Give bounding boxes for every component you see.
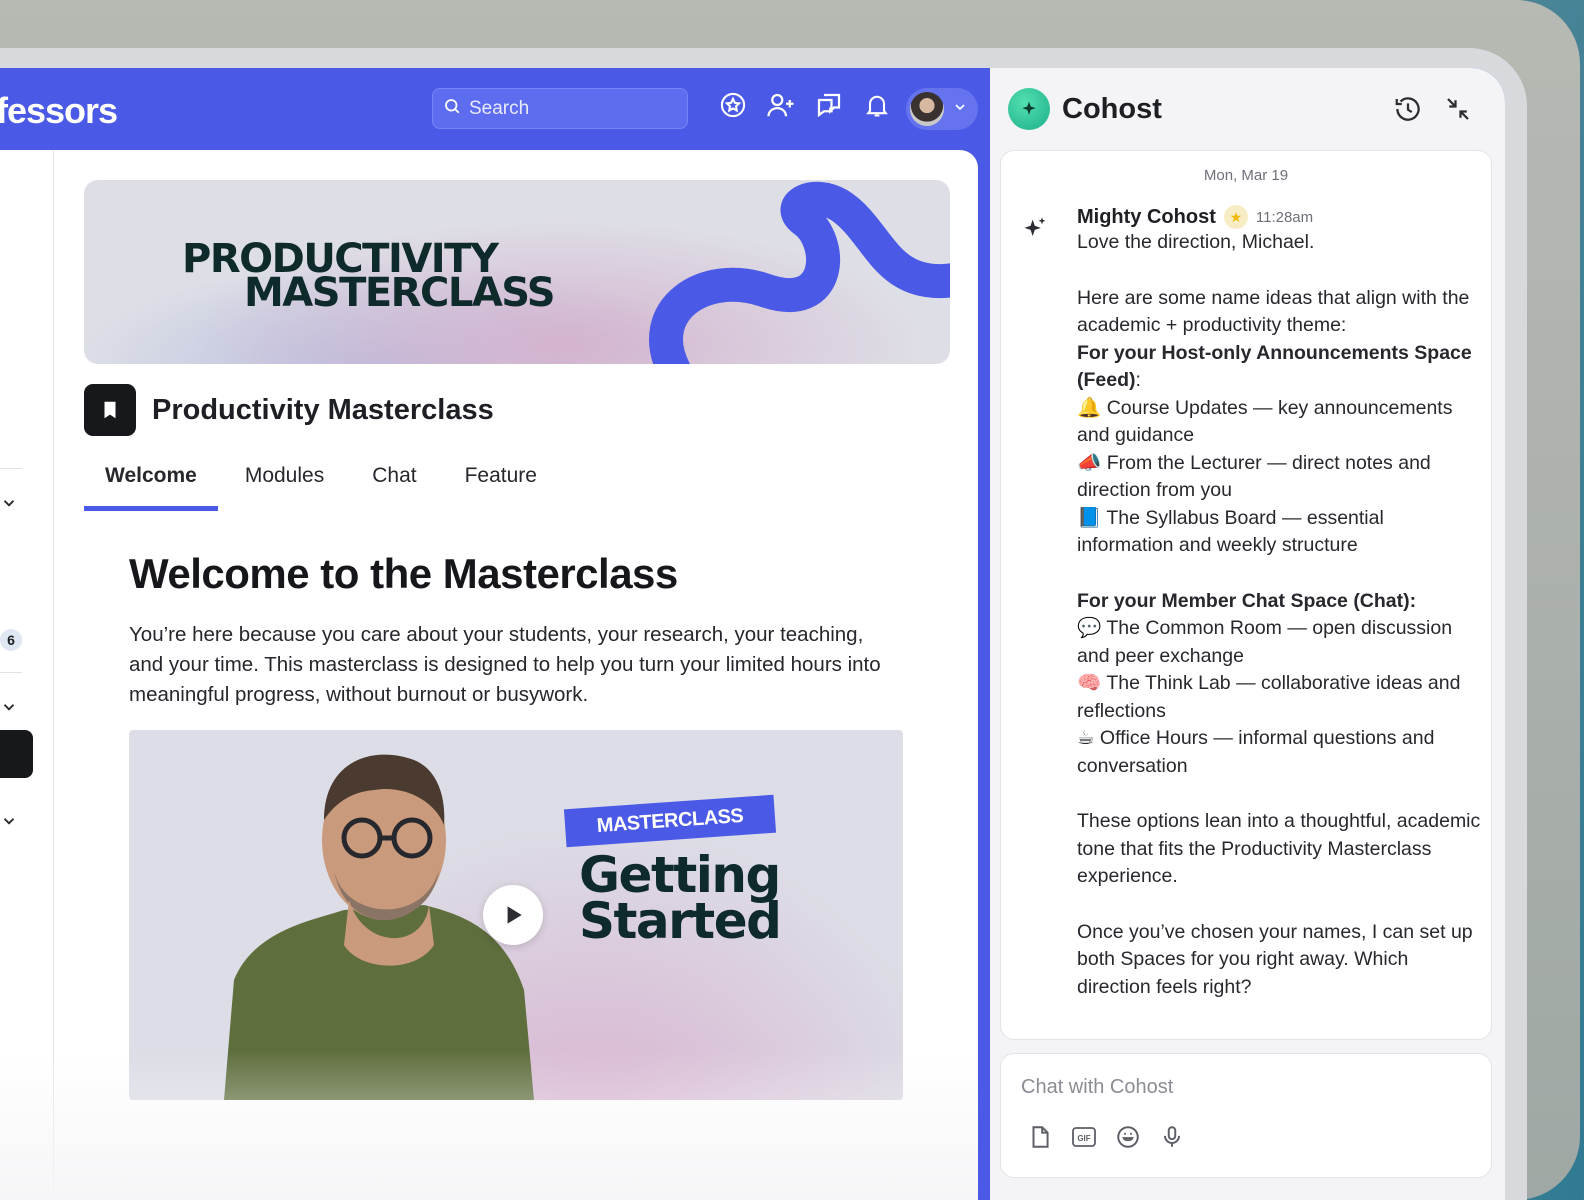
search-input[interactable]: Search [432, 88, 688, 129]
chevron-down-icon[interactable] [0, 494, 18, 517]
sidebar-divider [0, 468, 22, 469]
sidebar-divider [0, 672, 22, 673]
avatar [910, 92, 944, 126]
tab-modules[interactable]: Modules [224, 464, 345, 511]
banner-title: PRODUCTIVITY MASTERCLASS [182, 239, 556, 313]
cohost-panel: Cohost Mon, Mar 19 Mighty Cohost ★ 11:28… [990, 68, 1505, 1200]
bottom-fade [0, 1050, 980, 1200]
emoji-icon[interactable] [1115, 1124, 1141, 1150]
message-line: Love the direction, Michael. [1077, 231, 1315, 253]
collapse-icon[interactable] [1443, 94, 1473, 129]
video-title-line: Started [579, 892, 782, 950]
chevron-down-icon [952, 99, 968, 120]
chat-input-placeholder: Chat with Cohost [1021, 1076, 1174, 1098]
space-header: Productivity Masterclass [84, 384, 494, 436]
play-icon [507, 906, 522, 924]
message-line: 📣 From the Lecturer — direct notes and d… [1077, 451, 1431, 502]
message-line: These options lean into a thoughtful, ac… [1077, 810, 1481, 887]
cohost-conversation: Mon, Mar 19 Mighty Cohost ★ 11:28am Love… [1000, 150, 1492, 1040]
chat-bubbles-icon[interactable] [814, 90, 844, 120]
star-badge-icon[interactable] [718, 90, 748, 120]
brand-name: fessors [0, 90, 118, 131]
space-tabs: Welcome Modules Chat Feature [84, 464, 564, 511]
header-actions [718, 90, 892, 120]
chevron-down-icon[interactable] [0, 698, 18, 721]
message-sender-row: Mighty Cohost ★ 11:28am [1077, 205, 1483, 229]
message-line: 📘 The Syllabus Board — essential informa… [1077, 506, 1384, 557]
microphone-icon[interactable] [1159, 1124, 1185, 1150]
sidebar-item-active[interactable] [0, 730, 33, 778]
message-heading: For your Member Chat Space (Chat): [1077, 589, 1417, 612]
message-line: 🧠 The Think Lab — collaborative ideas an… [1077, 672, 1461, 722]
message-line: ☕ Office Hours — informal questions and … [1077, 727, 1435, 777]
message-line: For your Host-only Announcements Space (… [1077, 340, 1483, 395]
main-content: PRODUCTIVITY MASTERCLASS Productivity Ma… [54, 150, 978, 1200]
cohost-header: Cohost [990, 68, 1505, 150]
chevron-down-icon[interactable] [0, 812, 18, 835]
message-line: 🔔 Course Updates — key announcements and… [1077, 396, 1453, 447]
video-title: Getting Started [579, 850, 782, 950]
cohost-actions [1393, 94, 1473, 129]
message-date: Mon, Mar 19 [1203, 167, 1289, 184]
notification-badge: 6 [0, 629, 22, 651]
cohost-logo-icon [1008, 88, 1050, 130]
tab-chat[interactable]: Chat [351, 464, 437, 511]
gif-icon[interactable]: GIF [1071, 1124, 1097, 1150]
welcome-paragraph: You’re here because you care about your … [129, 623, 881, 706]
tab-feature[interactable]: Feature [444, 464, 558, 511]
space-banner: PRODUCTIVITY MASTERCLASS [84, 180, 950, 364]
top-bar: fessors Search [0, 68, 990, 150]
welcome-heading: Welcome to the Masterclass [129, 550, 678, 597]
space-title: Productivity Masterclass [152, 393, 494, 426]
search-placeholder: Search [469, 97, 530, 119]
add-member-icon[interactable] [766, 90, 796, 120]
sender-name: Mighty Cohost [1077, 205, 1216, 228]
message-line: Once you’ve chosen your names, I can set… [1077, 920, 1473, 998]
wave-decoration [649, 181, 950, 364]
bell-icon[interactable] [862, 90, 892, 120]
cohost-message: Mighty Cohost ★ 11:28am Love the directi… [1077, 205, 1483, 1001]
search-icon [443, 97, 461, 121]
app-window: fessors Search 6 PRODUCTIVITY MASTERCLAS… [0, 68, 1505, 1200]
tab-welcome[interactable]: Welcome [84, 464, 218, 511]
cohost-chat-input[interactable]: Chat with Cohost GIF [1000, 1053, 1492, 1178]
panel-divider [978, 150, 990, 1200]
sparkle-icon [1021, 215, 1049, 248]
star-icon: ★ [1223, 205, 1248, 229]
message-punctuation: : [1135, 369, 1141, 391]
bookmark-icon [84, 384, 136, 436]
attach-file-icon[interactable] [1027, 1124, 1053, 1150]
history-icon[interactable] [1393, 94, 1423, 129]
message-line: Here are some name ideas that align with… [1077, 286, 1470, 337]
message-body: Love the direction, Michael. Here are so… [1077, 229, 1483, 1001]
video-player[interactable]: MASTERCLASS Getting Started [129, 730, 903, 1100]
gif-label: GIF [1077, 1134, 1090, 1143]
play-button[interactable] [483, 885, 543, 945]
chat-tools: GIF [1027, 1124, 1185, 1150]
profile-menu[interactable] [906, 88, 978, 130]
sidebar: 6 [0, 150, 54, 1200]
message-line: 💬 The Common Room — open discussion and … [1077, 617, 1453, 667]
message-time: 11:28am [1255, 208, 1314, 226]
video-badge: MASTERCLASS [563, 794, 777, 848]
cohost-title: Cohost [1062, 93, 1162, 125]
